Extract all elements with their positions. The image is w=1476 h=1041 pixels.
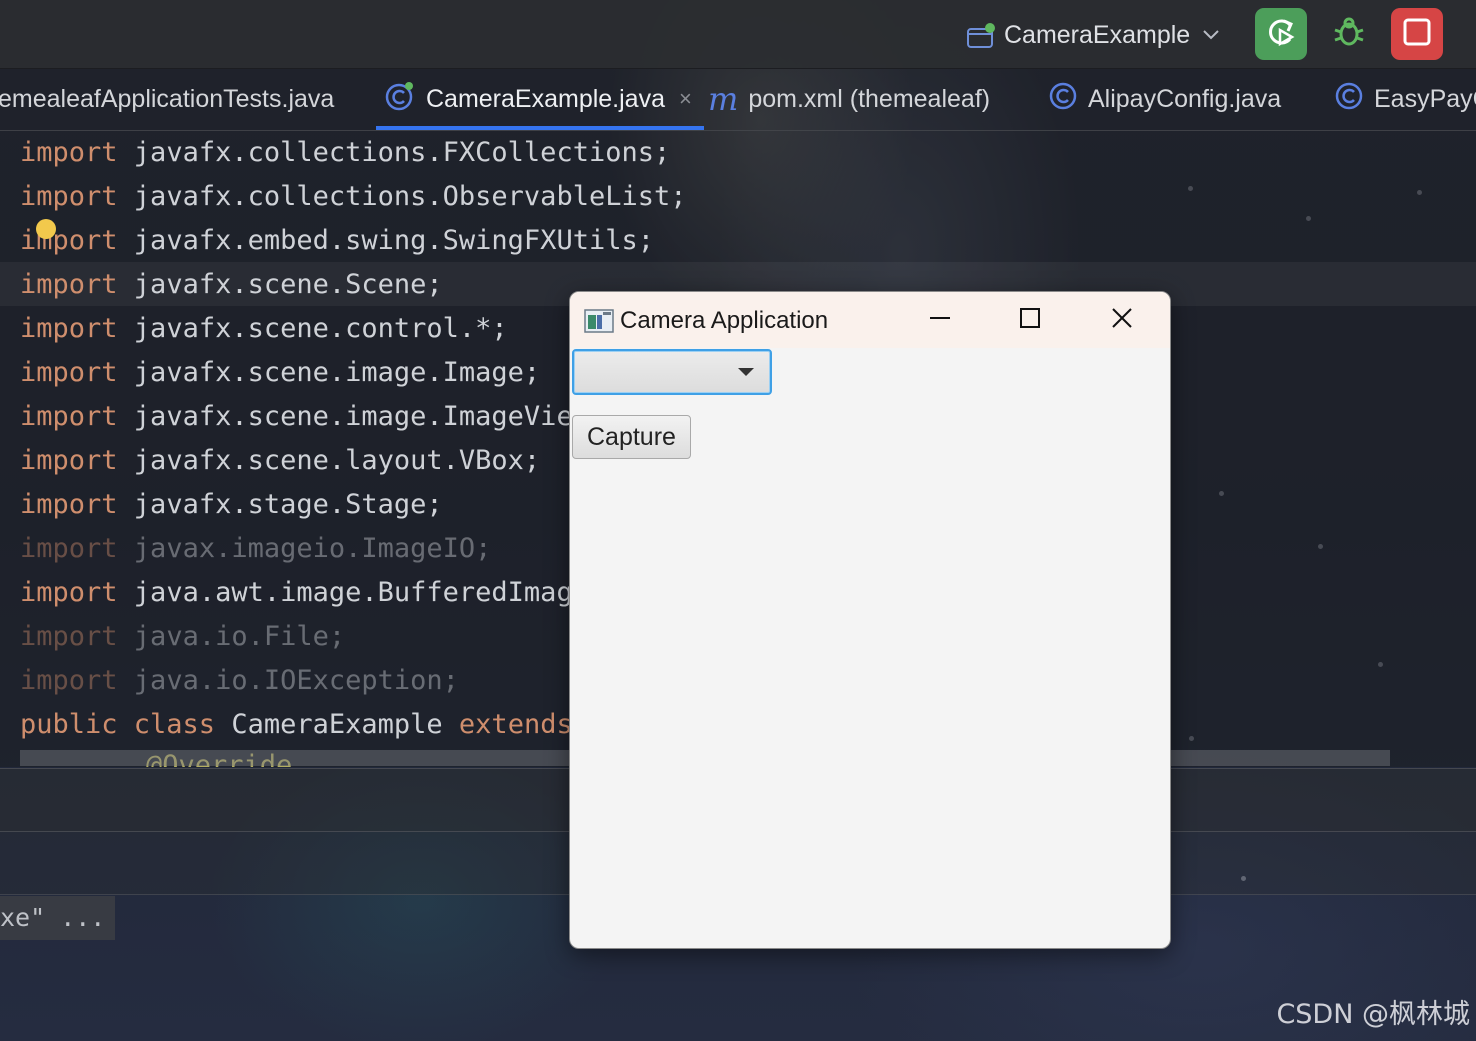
capture-button[interactable]: Capture [572, 415, 691, 459]
maximize-button[interactable] [984, 292, 1076, 348]
tab-alipay-config[interactable]: AlipayConfig.java [1048, 68, 1281, 130]
code-line-unused-import: import javax.imageio.ImageIO; [20, 533, 492, 564]
camera-select-combobox[interactable] [572, 349, 772, 395]
code-line-unused-import: import java.io.File; [20, 621, 346, 652]
code-line-unused-import: import java.io.IOException; [20, 665, 459, 696]
debug-button[interactable] [1323, 8, 1375, 60]
rerun-button[interactable] [1255, 8, 1307, 60]
minimize-button[interactable] [894, 292, 986, 348]
stop-icon [1402, 17, 1432, 51]
tab-label: CameraExample.java [426, 84, 665, 113]
tab-pom-xml[interactable]: m pom.xml (themealeaf) [708, 68, 990, 130]
run-configuration-selector[interactable]: CameraExample [966, 16, 1220, 54]
tab-camera-example[interactable]: CameraExample.java × [376, 68, 704, 130]
console-output-fragment: xe" ... [0, 896, 115, 940]
tab-application-tests[interactable]: emealeafApplicationTests.java [0, 68, 334, 130]
tab-label: pom.xml (themealeaf) [748, 84, 991, 113]
watermark: CSDN @枫林城 [1276, 999, 1470, 1030]
rerun-icon [1264, 15, 1298, 53]
code-line: import javafx.embed.swing.SwingFXUtils; [20, 225, 654, 256]
close-button[interactable] [1076, 292, 1168, 348]
code-line: import javafx.stage.Stage; [20, 489, 443, 520]
debug-icon [1332, 15, 1366, 53]
ide-toolbar: CameraExample [0, 0, 1476, 69]
minimize-icon [929, 307, 951, 333]
window-title-bar[interactable]: Camera Application [570, 292, 1170, 348]
code-line: import javafx.scene.control.*; [20, 313, 508, 344]
code-line: import java.awt.image.BufferedImage [20, 577, 589, 608]
maximize-icon [1019, 307, 1041, 333]
window-title: Camera Application [620, 307, 829, 334]
close-icon [1111, 307, 1133, 333]
run-config-icon [966, 23, 995, 48]
dropdown-arrow-icon [738, 368, 754, 376]
tab-label: AlipayConfig.java [1088, 84, 1282, 113]
app-icon [584, 309, 614, 333]
java-class-icon [1048, 81, 1078, 118]
chevron-down-icon [1202, 25, 1220, 46]
code-line: import javafx.scene.Scene; [20, 269, 443, 300]
camera-application-window: Camera Application Capture [569, 291, 1171, 949]
close-tab-icon[interactable]: × [679, 86, 692, 112]
maven-icon: m [708, 80, 739, 118]
code-line: import javafx.collections.ObservableList… [20, 181, 687, 212]
java-class-icon [1334, 81, 1364, 118]
tab-label: emealeafApplicationTests.java [0, 84, 335, 113]
code-line-class-declaration: public class CameraExample extends [20, 709, 573, 740]
code-line: import javafx.scene.image.ImageView [20, 401, 589, 432]
editor-tabs: emealeafApplicationTests.java CameraExam… [0, 68, 1476, 131]
stop-button[interactable] [1391, 8, 1443, 60]
run-config-name: CameraExample [1004, 20, 1191, 49]
tab-label: EasyPayC [1374, 84, 1476, 113]
lightbulb-icon[interactable] [36, 219, 56, 239]
tab-easypay[interactable]: EasyPayC [1334, 68, 1476, 130]
code-line: import javafx.collections.FXCollections; [20, 137, 671, 168]
code-line: import javafx.scene.layout.VBox; [20, 445, 541, 476]
code-line: import javafx.scene.image.Image; [20, 357, 541, 388]
java-class-icon [384, 80, 416, 119]
